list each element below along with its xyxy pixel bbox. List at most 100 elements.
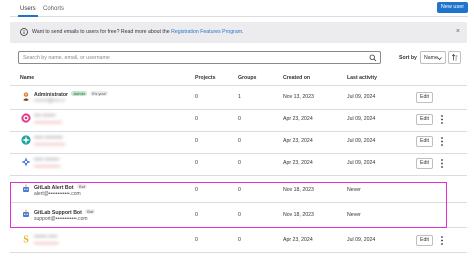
registration-features-link[interactable]: Registration Features Program [171,29,242,35]
avatar[interactable] [21,91,31,101]
projects-count: 0 [195,237,198,243]
user-name[interactable]: GitLab Alert Bot Bot [34,184,88,191]
sort-select[interactable]: Name [420,51,446,64]
user-name[interactable]: •••• ••••••• [34,113,55,119]
column-projects[interactable]: Projects [195,75,215,81]
created-on: Apr 23, 2024 [283,138,313,144]
user-email: alert@••••••••••••.com [34,191,81,197]
created-on: Nov 18, 2023 [283,212,314,218]
table-row: GitLab Alert Bot Bot alert@••••••••••••.… [10,180,467,203]
admin-badge: Admin [71,91,87,96]
registration-features-alert: Want to send emails to users for free? R… [10,22,467,43]
bot-avatar-icon [21,184,31,194]
user-name[interactable]: ••••••• ••••• [34,234,57,240]
user-name[interactable]: ••••• •••••••• [34,157,59,163]
alert-message: Want to send emails to users for free? R… [32,29,243,35]
created-on: Apr 23, 2024 [283,160,313,166]
user-name[interactable]: ••••• •••••••••• [34,135,63,141]
pink-identicon-icon [21,113,31,123]
more-actions-icon[interactable] [437,235,447,246]
created-on: Apr 23, 2024 [283,237,313,243]
avatar[interactable] [21,135,31,145]
avatar[interactable] [21,113,31,123]
avatar[interactable] [21,184,31,194]
user-email: ••••••••@••••.•• [34,98,65,104]
users-table-header: Name Projects Groups Created on Last act… [10,70,467,86]
groups-count: 0 [238,187,241,193]
edit-button[interactable]: Edit [416,136,433,147]
avatar[interactable] [21,157,31,167]
info-icon [20,28,28,36]
sort-direction-icon [452,54,458,61]
column-name[interactable]: Name [20,75,34,81]
user-email: •••••••••••••••••• [34,142,66,148]
table-row: GitLab Support Bot Bot support@•••••••••… [10,205,467,228]
projects-count: 0 [195,160,198,166]
column-created-on[interactable]: Created on [283,75,310,81]
search-input[interactable] [23,53,363,62]
last-activity: Jul 09, 2024 [347,237,376,243]
projects-count: 0 [195,116,198,122]
close-icon[interactable]: × [456,28,460,36]
admin-users-page: Users Cohorts New user Want to send emai… [0,0,474,272]
more-actions-icon[interactable] [437,158,447,169]
created-on: Nov 13, 2023 [283,94,314,100]
user-email: •••••••••••••••• [34,120,63,126]
bot-badge: Bot [85,209,96,214]
last-activity: Jul 09, 2024 [347,160,376,166]
last-activity: Jul 09, 2024 [347,94,376,100]
its-you-badge: It's you! [90,91,108,96]
groups-count: 0 [238,116,241,122]
table-row: ••••• •••••••••• •••••••••••••••••• 0 0 … [10,131,467,154]
last-activity: Jul 09, 2024 [347,116,376,122]
alert-text-end: . [242,29,244,35]
column-groups[interactable]: Groups [238,75,256,81]
edit-button[interactable]: Edit [416,158,433,169]
administrator-avatar-icon [21,91,31,101]
tab-users[interactable]: Users [18,5,38,17]
avatar[interactable]: S [21,234,31,244]
more-actions-icon[interactable] [437,114,447,125]
bot-badge: Bot [77,184,88,189]
created-on: Nov 18, 2023 [283,187,314,193]
tab-cohorts[interactable]: Cohorts [41,5,66,17]
avatar[interactable] [21,209,31,219]
groups-count: 0 [238,237,241,243]
user-email: ••••••••••••••• [34,164,61,170]
last-activity: Never [347,187,361,193]
search-icon[interactable] [369,54,377,62]
user-name[interactable]: Administrator Admin It's you! [34,91,108,98]
groups-count: 0 [238,212,241,218]
teal-identicon-icon [21,135,31,145]
edit-button[interactable]: Edit [416,235,433,246]
user-email: •••••••••••••• [34,241,59,247]
blue-identicon-icon [21,157,31,167]
edit-button[interactable]: Edit [416,114,433,125]
projects-count: 0 [195,138,198,144]
yellow-s-avatar-icon: S [21,234,31,244]
table-row: Administrator Admin It's you! ••••••••@•… [10,87,467,110]
user-email: support@••••••••••••.com [34,216,88,222]
projects-count: 0 [195,187,198,193]
groups-count: 1 [238,94,241,100]
sort-value: Name [424,55,438,61]
svg-text:S: S [23,235,29,245]
projects-count: 0 [195,212,198,218]
last-activity: Jul 09, 2024 [347,138,376,144]
column-last-activity[interactable]: Last activity [347,75,377,81]
bot-avatar-icon [21,209,31,219]
groups-count: 0 [238,160,241,166]
users-tabs: Users Cohorts [10,2,468,17]
edit-button[interactable]: Edit [416,92,433,103]
more-actions-icon[interactable] [437,136,447,147]
created-on: Apr 23, 2024 [283,116,313,122]
alert-text: Want to send emails to users for free? R… [32,29,170,35]
projects-count: 0 [195,94,198,100]
sort-by-label: Sort by [399,55,417,61]
table-row: S ••••••• ••••• •••••••••••••• 0 0 Apr 2… [10,230,467,253]
new-user-button[interactable]: New user [437,2,468,13]
table-row: ••••• •••••••• ••••••••••••••• 0 0 Apr 2… [10,153,467,176]
groups-count: 0 [238,138,241,144]
user-name[interactable]: GitLab Support Bot Bot [34,209,96,216]
sort-direction-button[interactable] [448,51,461,64]
